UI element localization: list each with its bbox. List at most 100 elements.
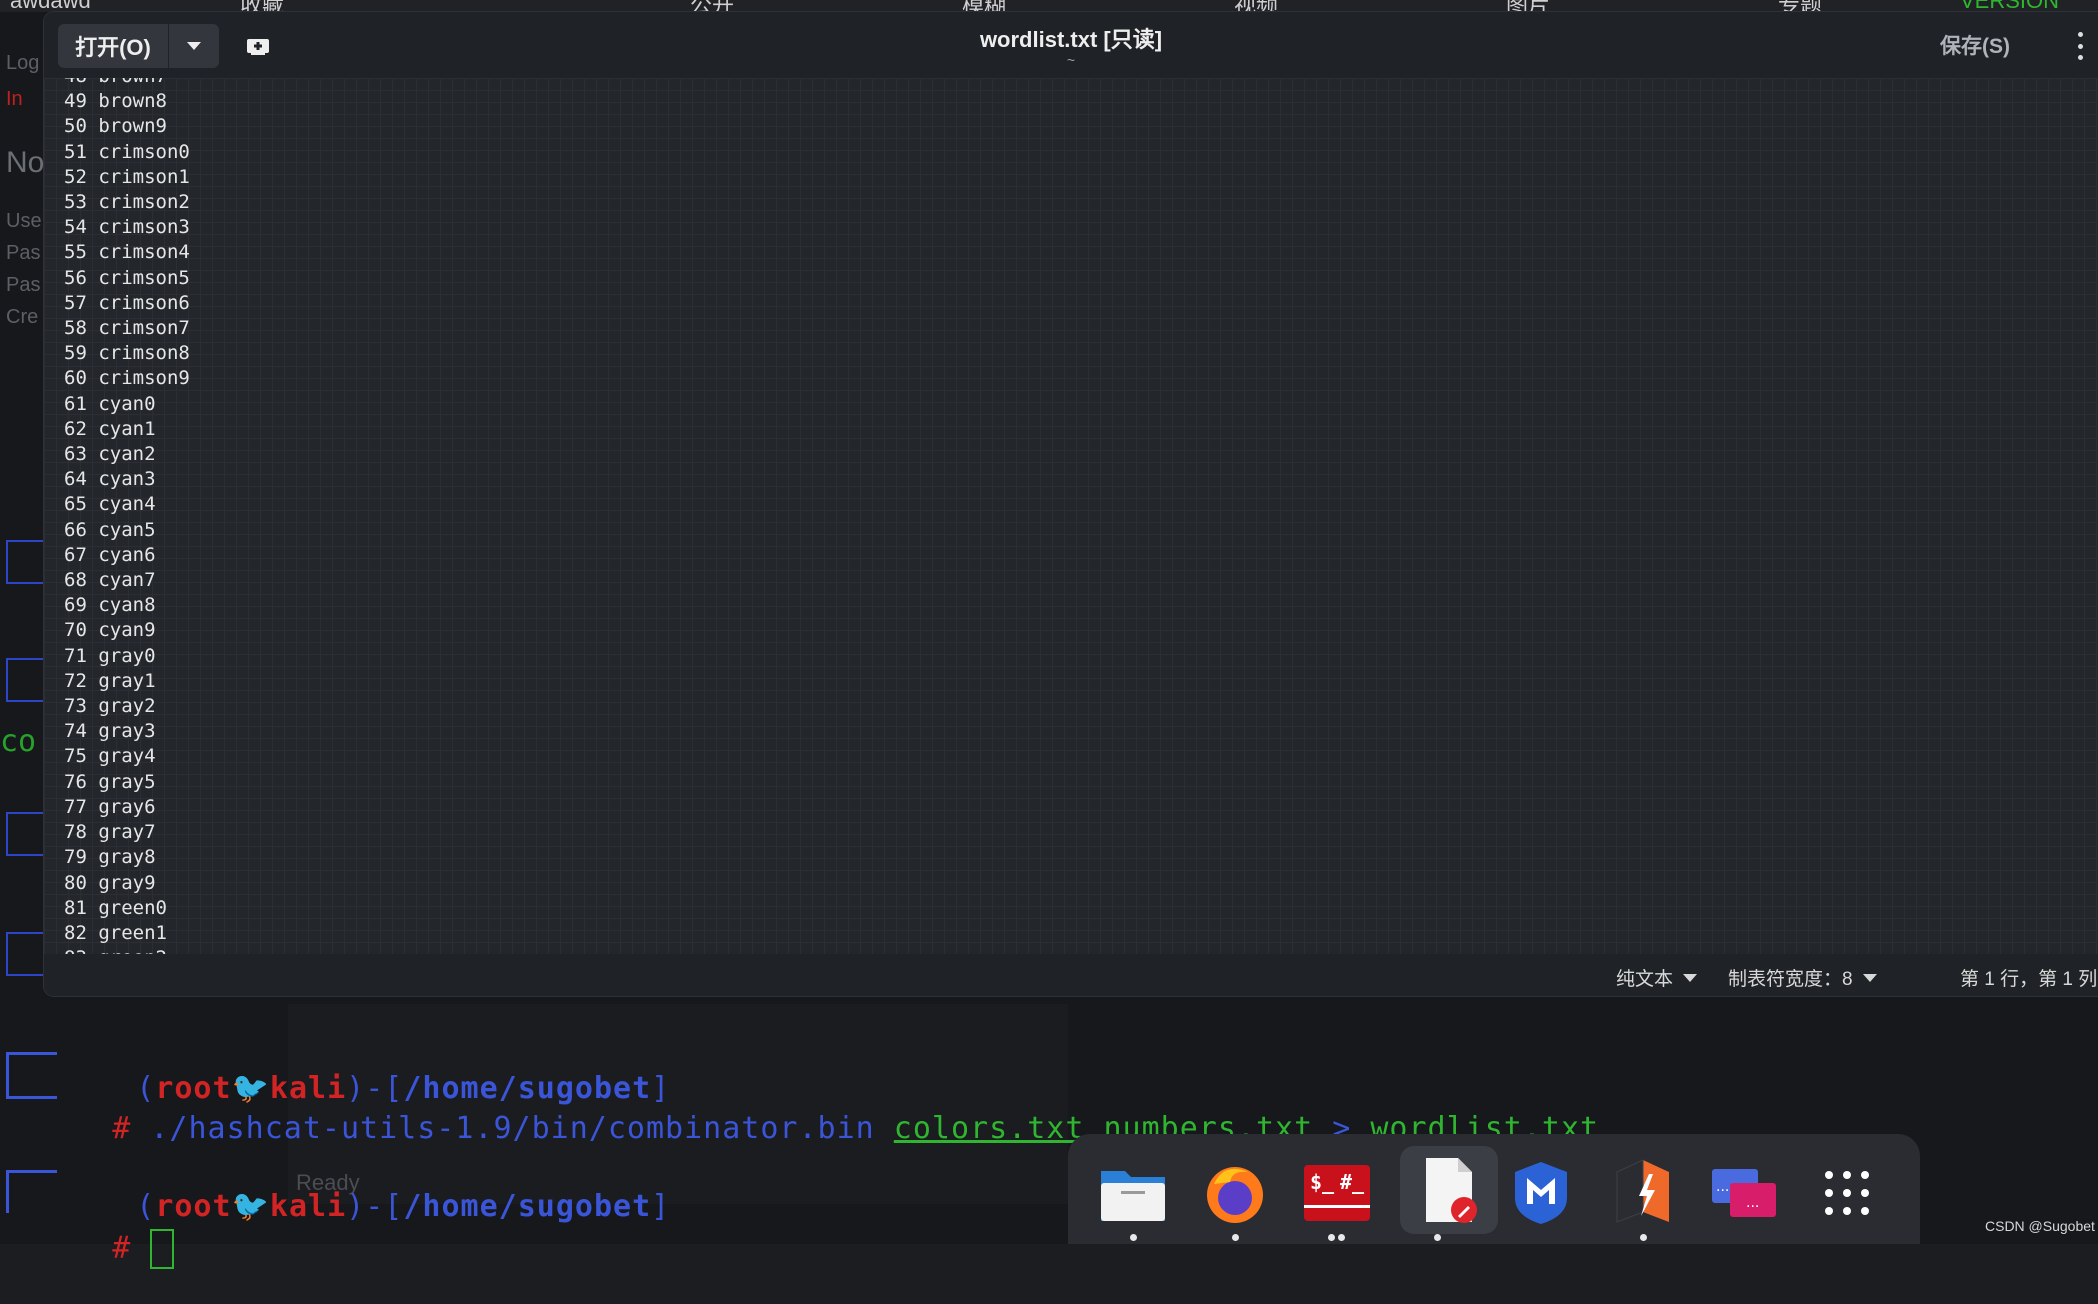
background-browser-strip: awdawd 收藏 公开 模糊 视频 图片 专题 VERSION — [0, 0, 2098, 12]
text-lines: 48 brown749 brown850 brown951 crimson052… — [64, 78, 190, 954]
dock: $_ #_ ...... — [1068, 1134, 1920, 1244]
bg-prompt-corner — [6, 932, 44, 976]
text-line: 52 crimson1 — [64, 165, 190, 188]
status-bar: 纯文本 制表符宽度：8 第 1 行，第 1 列 — [44, 954, 2098, 996]
text-line: 83 green2 — [64, 946, 190, 954]
metasploit-icon[interactable] — [1502, 1154, 1580, 1232]
text-line: 71 gray0 — [64, 644, 156, 667]
text-line: 57 crimson6 — [64, 291, 190, 314]
svg-text:...: ... — [1716, 1179, 1729, 1195]
strip-text: awdawd — [10, 0, 91, 12]
terminal-cursor — [150, 1229, 175, 1269]
text-line: 61 cyan0 — [64, 392, 156, 415]
bg-label: Pas — [6, 242, 41, 264]
files-icon[interactable] — [1094, 1154, 1172, 1232]
bg-label: Log — [6, 52, 40, 74]
language-selector[interactable]: 纯文本 — [1616, 964, 1698, 991]
cursor-position[interactable]: 第 1 行，第 1 列 — [1960, 964, 2097, 991]
menu-icon[interactable] — [2076, 32, 2084, 60]
svg-text:$_: $_ — [1310, 1170, 1335, 1194]
strip-text: 公开 — [690, 0, 734, 12]
text-line: 70 cyan9 — [64, 619, 156, 642]
text-line: 62 cyan1 — [64, 417, 156, 440]
text-line: 74 gray3 — [64, 720, 156, 743]
command-binary: ./hashcat-utils-1.9/bin/combinator.bin — [150, 1111, 875, 1146]
editor-text-area[interactable]: 48 brown749 brown850 brown951 crimson052… — [44, 78, 2098, 954]
text-line: 66 cyan5 — [64, 518, 156, 541]
command-arg: colors.txt — [893, 1111, 1085, 1146]
text-line: 69 cyan8 — [64, 594, 156, 617]
cursor-position-label: 第 1 行，第 1 列 — [1960, 969, 2098, 990]
prompt-hash: # — [112, 1111, 151, 1146]
bg-label: No — [6, 146, 45, 179]
text-editor-icon[interactable] — [1400, 1146, 1498, 1234]
chevron-down-icon — [1862, 973, 1877, 982]
running-indicator — [1130, 1234, 1137, 1241]
text-line: 76 gray5 — [64, 770, 156, 793]
remote-desktop-icon[interactable]: ...... — [1706, 1154, 1784, 1232]
bg-label: In — [6, 88, 23, 110]
terminal-icon[interactable]: $_ #_ — [1298, 1154, 1376, 1232]
text-line: 77 gray6 — [64, 795, 156, 818]
text-editor-window: 打开(O) wordlist.txt [只读] ~ 保存(S) 48 brown… — [44, 12, 2098, 996]
text-line: 59 crimson8 — [64, 342, 190, 365]
window-subtitle: ~ — [1066, 52, 1076, 68]
watermark: CSDN @Sugobet — [1985, 1218, 2095, 1234]
running-indicator — [1640, 1234, 1647, 1241]
tab-width-label: 制表符宽度：8 — [1728, 969, 1853, 990]
text-line: 58 crimson7 — [64, 317, 190, 340]
text-line: 67 cyan6 — [64, 543, 156, 566]
prompt-host: kali — [269, 1189, 347, 1224]
text-line: 49 brown8 — [64, 90, 167, 113]
prompt-path: /home/sugobet — [403, 1189, 652, 1224]
text-line: 53 crimson2 — [64, 191, 190, 214]
bg-prompt-corner — [6, 658, 44, 702]
text-line: 55 crimson4 — [64, 241, 190, 264]
strip-text: 视频 — [1234, 0, 1278, 12]
prompt-hash: # — [112, 1230, 151, 1266]
text-line: 73 gray2 — [64, 695, 156, 718]
text-line: 51 crimson0 — [64, 140, 190, 163]
running-indicator — [1434, 1234, 1441, 1241]
strip-text: 收藏 — [240, 0, 284, 12]
chevron-down-icon — [1683, 973, 1698, 982]
text-line: 54 crimson3 — [64, 216, 190, 239]
tab-width-selector[interactable]: 制表符宽度：8 — [1728, 964, 1877, 991]
svg-text:...: ... — [1746, 1195, 1759, 1211]
prompt-bracket: ] — [651, 1189, 671, 1224]
firefox-icon[interactable] — [1196, 1154, 1274, 1232]
terminal-input-line[interactable]: # — [36, 1194, 175, 1304]
strip-text: 专题 — [1778, 0, 1822, 12]
running-indicator — [1232, 1234, 1239, 1241]
bg-green-text: co — [0, 724, 37, 759]
save-button[interactable]: 保存(S) — [1940, 30, 2010, 60]
editor-header: 打开(O) wordlist.txt [只读] ~ 保存(S) — [44, 12, 2098, 78]
strip-text: 图片 — [1506, 0, 1550, 12]
bg-prompt-corner — [6, 812, 44, 856]
text-line: 81 green0 — [64, 896, 167, 919]
text-line: 64 cyan3 — [64, 468, 156, 491]
burpsuite-icon[interactable] — [1604, 1154, 1682, 1232]
language-label: 纯文本 — [1616, 969, 1674, 990]
svg-text:#_: #_ — [1340, 1170, 1365, 1194]
app-grid-icon[interactable] — [1808, 1154, 1886, 1232]
text-line: 56 crimson5 — [64, 266, 190, 289]
text-line: 78 gray7 — [64, 821, 156, 844]
bg-label: Use — [6, 210, 42, 232]
text-line: 63 cyan2 — [64, 443, 156, 466]
text-line: 75 gray4 — [64, 745, 156, 768]
kali-bird-icon: 🐦 — [231, 1189, 270, 1224]
text-line: 50 brown9 — [64, 115, 167, 138]
text-line: 48 brown7 — [64, 78, 190, 89]
bg-prompt-corner — [6, 540, 44, 584]
text-line: 79 gray8 — [64, 846, 156, 869]
running-indicator — [1328, 1234, 1335, 1241]
text-line: 65 cyan4 — [64, 493, 156, 516]
prompt-bracket: )-[ — [346, 1189, 404, 1224]
text-line: 82 green1 — [64, 921, 167, 944]
text-line: 60 crimson9 — [64, 367, 190, 390]
window-title: wordlist.txt [只读] — [979, 27, 1163, 52]
bg-label: Pas — [6, 274, 41, 296]
strip-text: VERSION — [1960, 0, 2059, 12]
bg-label: Cre — [6, 306, 39, 328]
